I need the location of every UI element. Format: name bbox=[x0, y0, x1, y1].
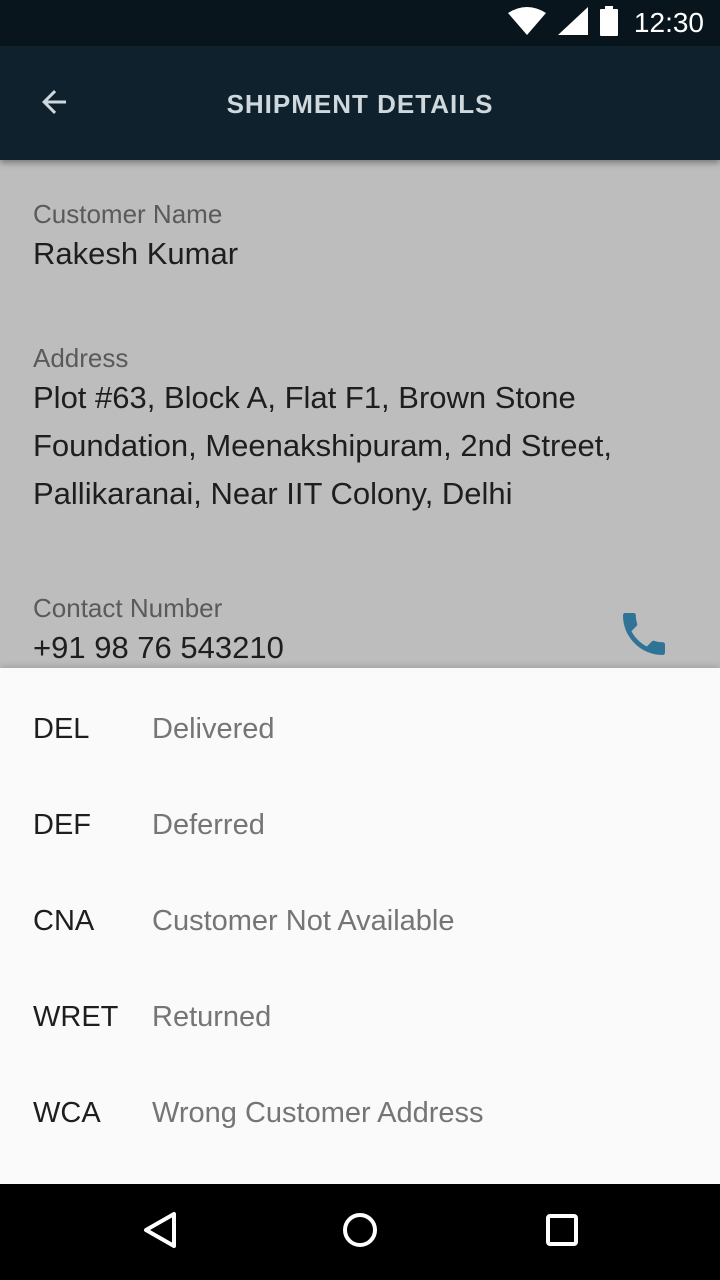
address-line: Foundation, Meenakshipuram, 2nd Street, bbox=[33, 428, 613, 463]
back-triangle-icon bbox=[140, 1210, 180, 1255]
page-title: SHIPMENT DETAILS bbox=[226, 89, 494, 119]
status-label: Delivered bbox=[152, 712, 275, 745]
wifi-icon bbox=[507, 6, 546, 40]
status-label: Deferred bbox=[152, 808, 265, 841]
status-code: WCA bbox=[33, 1096, 101, 1129]
customer-name-value: Rakesh Kumar bbox=[33, 236, 239, 271]
app-bar: SHIPMENT DETAILS bbox=[0, 46, 720, 160]
status-icons: 12:30 bbox=[507, 0, 704, 46]
status-option-wret[interactable]: WRET Returned bbox=[0, 969, 720, 1065]
status-code: CNA bbox=[33, 904, 95, 937]
call-button[interactable] bbox=[616, 606, 672, 662]
status-code: DEF bbox=[33, 808, 91, 841]
nav-back-button[interactable] bbox=[136, 1208, 184, 1256]
customer-name-label: Customer Name bbox=[33, 199, 223, 229]
signal-icon bbox=[557, 6, 588, 40]
back-button[interactable] bbox=[26, 76, 82, 132]
battery-icon bbox=[599, 5, 618, 41]
status-time: 12:30 bbox=[633, 7, 704, 38]
recents-square-icon bbox=[542, 1210, 582, 1255]
shipment-details: Customer Name Rakesh Kumar Address Plot … bbox=[0, 160, 720, 668]
nav-home-button[interactable] bbox=[336, 1208, 384, 1256]
status-option-del[interactable]: DEL Delivered bbox=[0, 681, 720, 777]
nav-recents-button[interactable] bbox=[538, 1208, 586, 1256]
status-option-wca[interactable]: WCA Wrong Customer Address bbox=[0, 1065, 720, 1161]
status-bar: 12:30 bbox=[0, 0, 720, 46]
arrow-back-icon bbox=[36, 84, 72, 125]
home-circle-icon bbox=[340, 1210, 380, 1255]
customer-name-field: Customer Name Rakesh Kumar bbox=[33, 198, 687, 278]
status-label: Returned bbox=[152, 1000, 272, 1033]
status-code: WRET bbox=[33, 1000, 119, 1033]
status-option-def[interactable]: DEF Deferred bbox=[0, 777, 720, 873]
address-line: Plot #63, Block A, Flat F1, Brown Stone bbox=[33, 380, 576, 415]
status-label: Customer Not Available bbox=[152, 904, 455, 937]
address-label: Address bbox=[33, 343, 129, 373]
screen: 12:30 SHIPMENT DETAILS Customer Name Rak… bbox=[0, 0, 720, 1280]
contact-label: Contact Number bbox=[33, 593, 223, 623]
address-field: Address Plot #63, Block A, Flat F1, Brow… bbox=[33, 342, 687, 518]
status-label: Wrong Customer Address bbox=[152, 1096, 484, 1129]
system-nav-bar bbox=[0, 1184, 720, 1280]
contact-field: Contact Number +91 98 76 543210 bbox=[33, 592, 687, 672]
status-code: DEL bbox=[33, 712, 90, 745]
address-line: Pallikaranai, Near IIT Colony, Delhi bbox=[33, 476, 513, 511]
contact-number-value: +91 98 76 543210 bbox=[33, 630, 284, 665]
phone-icon bbox=[616, 613, 672, 666]
status-bottom-sheet: DEL Delivered DEF Deferred CNA Customer … bbox=[0, 668, 720, 1184]
status-option-cna[interactable]: CNA Customer Not Available bbox=[0, 873, 720, 969]
